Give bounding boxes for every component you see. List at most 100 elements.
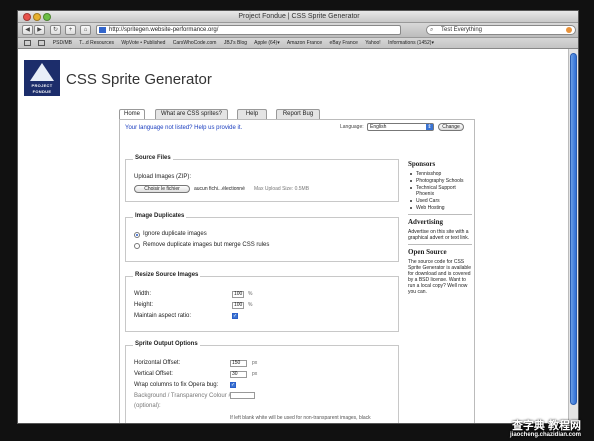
search-field[interactable]: ⌕ Test Everything bbox=[426, 25, 576, 35]
height-label: Height: bbox=[134, 302, 154, 308]
bookmark-item[interactable]: Amazon France bbox=[287, 40, 322, 46]
height-input[interactable]: 100 bbox=[232, 302, 244, 309]
ignore-duplicates-radio[interactable] bbox=[134, 232, 140, 238]
background-colour-label: Background / Transparency Colour # bbox=[134, 393, 232, 399]
sidebar: Sponsors Tennisshop Photography Schools … bbox=[408, 160, 472, 295]
zoom-window-icon[interactable] bbox=[43, 13, 51, 21]
forward-icon[interactable]: ▶ bbox=[34, 25, 45, 35]
height-unit: % bbox=[248, 302, 253, 308]
sponsor-link[interactable]: Technical Support Phoenix bbox=[408, 185, 472, 197]
tab-what-are-css-sprites[interactable]: What are CSS sprites? bbox=[155, 109, 228, 119]
clear-search-icon[interactable] bbox=[566, 27, 572, 33]
image-duplicates-fieldset: Image Duplicates Ignore duplicate images… bbox=[125, 213, 399, 262]
page-title: CSS Sprite Generator bbox=[66, 71, 212, 88]
sponsors-heading: Sponsors bbox=[408, 160, 436, 168]
scrollbar-thumb[interactable] bbox=[570, 53, 577, 405]
bookmark-item[interactable]: Apple (64)▾ bbox=[254, 40, 280, 46]
reload-icon[interactable]: ↻ bbox=[50, 25, 61, 35]
resize-images-fieldset: Resize Source Images Width: 100 % Height… bbox=[125, 272, 399, 332]
back-icon[interactable]: ◀ bbox=[22, 25, 33, 35]
page-content: PROJECT FONDUE CSS Sprite Generator Home… bbox=[18, 49, 570, 423]
ignore-duplicates-label: Ignore duplicate images bbox=[143, 231, 207, 237]
aspect-ratio-checkbox[interactable]: ✓ bbox=[232, 313, 238, 319]
source-files-fieldset: Source Files Upload Images (ZIP): Choisi… bbox=[125, 155, 399, 202]
language-selected: English bbox=[370, 124, 387, 130]
image-duplicates-legend: Image Duplicates bbox=[133, 213, 187, 219]
watermark-line-2: jiaocheng.chazidian.com bbox=[509, 432, 581, 438]
sponsor-link[interactable]: Photography Schools bbox=[408, 178, 472, 184]
minimize-window-icon[interactable] bbox=[33, 13, 41, 21]
bookmark-item[interactable]: CarsWhoCode.com bbox=[173, 40, 217, 46]
sidebar-divider bbox=[408, 244, 472, 245]
tab-report-bug[interactable]: Report Bug bbox=[276, 109, 320, 119]
watermark: 查字典 教程网 jiaocheng.chazidian.com bbox=[431, 421, 581, 439]
bookmark-item[interactable]: JBJ's Blog bbox=[224, 40, 247, 46]
horizontal-offset-input[interactable]: 150 bbox=[230, 360, 247, 367]
file-status: aucun fichi...électionné bbox=[194, 186, 245, 192]
wrap-columns-checkbox[interactable]: ✓ bbox=[230, 382, 236, 388]
sprite-output-legend: Sprite Output Options bbox=[133, 341, 200, 347]
home-icon[interactable]: ⌂ bbox=[80, 25, 91, 35]
logo-line-1: PROJECT bbox=[31, 83, 53, 88]
vertical-offset-unit: px bbox=[252, 371, 258, 377]
address-text: http://spritegen.website-performance.org… bbox=[109, 27, 219, 33]
bookmarks-book-icon[interactable] bbox=[24, 39, 31, 46]
remove-duplicates-radio[interactable] bbox=[134, 243, 140, 249]
open-source-heading: Open Source bbox=[408, 248, 447, 256]
main-panel: Your language not listed? Help us provid… bbox=[119, 119, 475, 423]
background-colour-hint: If left blank white will be used for non… bbox=[230, 415, 371, 421]
logo-line-2: FONDUE bbox=[32, 89, 52, 94]
browser-toolbar: ◀ ▶ ↻ + ⌂ http://spritegen.website-perfo… bbox=[18, 23, 578, 38]
close-window-icon[interactable] bbox=[23, 13, 31, 21]
vertical-scrollbar[interactable] bbox=[568, 49, 578, 423]
background-colour-input[interactable] bbox=[230, 392, 255, 399]
favicon-icon bbox=[99, 27, 106, 33]
sponsor-link[interactable]: Tennisshop bbox=[408, 171, 472, 177]
upload-label: Upload Images (ZIP): bbox=[134, 174, 192, 180]
language-select[interactable]: English ⇕ bbox=[367, 123, 434, 131]
sponsor-link[interactable]: Web Hosting bbox=[408, 205, 472, 211]
address-bar[interactable]: http://spritegen.website-performance.org… bbox=[96, 25, 401, 35]
sidebar-divider bbox=[408, 214, 472, 215]
add-bookmark-icon[interactable]: + bbox=[65, 25, 76, 35]
horizontal-offset-unit: px bbox=[252, 360, 258, 366]
wrap-columns-label: Wrap columns to fix Opera bug: bbox=[134, 382, 219, 388]
resize-images-legend: Resize Source Images bbox=[133, 272, 201, 278]
bookmarks-grid-icon[interactable] bbox=[38, 39, 46, 46]
bookmark-item[interactable]: eBay France bbox=[330, 40, 358, 46]
bookmarks-bar: PSD/MB T...d Resources WpVote • Publishe… bbox=[18, 38, 578, 49]
vertical-offset-label: Vertical Offset: bbox=[134, 371, 173, 377]
bookmark-item[interactable]: PSD/MB bbox=[53, 40, 72, 46]
bookmark-item[interactable]: Informations (1452)▾ bbox=[388, 40, 434, 46]
aspect-ratio-label: Maintain aspect ratio: bbox=[134, 313, 192, 319]
browser-window: Project Fondue | CSS Sprite Generator ◀ … bbox=[17, 10, 579, 424]
title-bar: Project Fondue | CSS Sprite Generator bbox=[18, 11, 578, 23]
advertising-heading: Advertising bbox=[408, 218, 443, 226]
change-language-button[interactable]: Change bbox=[438, 123, 464, 131]
horizontal-offset-label: Horizontal Offset: bbox=[134, 360, 181, 366]
mountain-icon bbox=[30, 63, 54, 81]
width-label: Width: bbox=[134, 291, 152, 297]
max-upload-size: Max Upload Size: 0.5MB bbox=[254, 186, 310, 192]
background-colour-optional: (optional): bbox=[134, 403, 161, 409]
width-unit: % bbox=[248, 291, 253, 297]
open-source-text: The source code for CSS Sprite Generator… bbox=[408, 259, 472, 295]
sprite-output-fieldset: Sprite Output Options Horizontal Offset:… bbox=[125, 341, 399, 423]
watermark-line-1: 查字典 教程网 bbox=[511, 420, 581, 432]
window-title: Project Fondue | CSS Sprite Generator bbox=[238, 13, 360, 20]
sponsor-link[interactable]: Used Cars bbox=[408, 198, 472, 204]
tab-help[interactable]: Help bbox=[237, 109, 267, 119]
search-text: Test Everything bbox=[441, 27, 483, 33]
bookmark-item[interactable]: WpVote • Published bbox=[121, 40, 165, 46]
advertising-text: Advertise on this site with a graphical … bbox=[408, 229, 470, 241]
choose-file-button[interactable]: Choisir le fichier bbox=[134, 185, 190, 193]
width-input[interactable]: 100 bbox=[232, 291, 244, 298]
bookmark-item[interactable]: T...d Resources bbox=[79, 40, 114, 46]
vertical-offset-input[interactable]: 30 bbox=[230, 371, 247, 378]
source-files-legend: Source Files bbox=[133, 155, 173, 161]
bookmark-item[interactable]: Yahoo! bbox=[365, 40, 380, 46]
sponsors-list: Tennisshop Photography Schools Technical… bbox=[408, 171, 472, 211]
remove-duplicates-label: Remove duplicate images but merge CSS ru… bbox=[143, 242, 270, 248]
language-help-link[interactable]: Your language not listed? Help us provid… bbox=[125, 125, 242, 131]
project-fondue-logo[interactable]: PROJECT FONDUE bbox=[24, 60, 60, 96]
